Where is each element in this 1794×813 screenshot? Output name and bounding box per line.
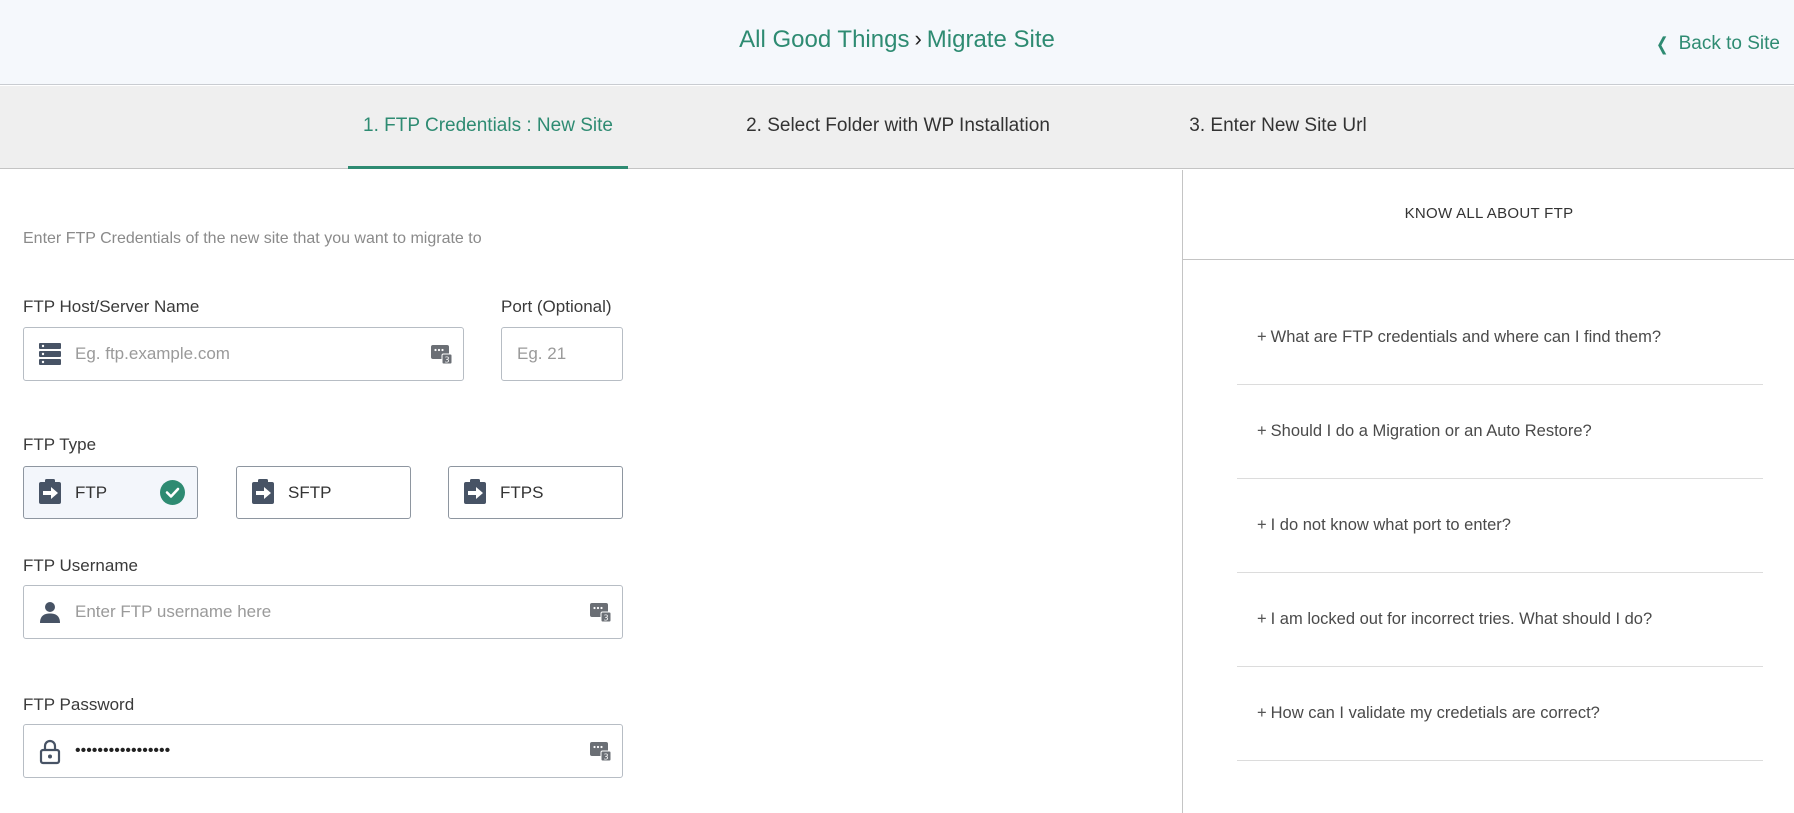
tab-step-select-folder[interactable]: 2. Select Folder with WP Installation bbox=[738, 86, 1058, 169]
help-title: KNOW ALL ABOUT FTP bbox=[1183, 170, 1794, 260]
server-icon bbox=[38, 342, 62, 366]
ftp-help-panel: KNOW ALL ABOUT FTP + What are FTP credent… bbox=[1182, 170, 1794, 813]
svg-text:3: 3 bbox=[444, 356, 449, 365]
password-manager-icon[interactable]: 3 bbox=[590, 601, 612, 623]
lock-icon bbox=[38, 739, 62, 765]
svg-text:3: 3 bbox=[603, 614, 608, 623]
plus-icon: + bbox=[1257, 328, 1267, 346]
faq-question: I am locked out for incorrect tries. Wha… bbox=[1270, 610, 1653, 628]
faq-question: How can I validate my credetials are cor… bbox=[1270, 704, 1600, 722]
plus-icon: + bbox=[1257, 704, 1267, 722]
host-label: FTP Host/Server Name bbox=[23, 297, 200, 316]
faq-question: Should I do a Migration or an Auto Resto… bbox=[1270, 422, 1592, 440]
ftp-type-ftp-label: FTP bbox=[75, 483, 108, 502]
port-placeholder: Eg. 21 bbox=[517, 344, 567, 363]
clipboard-arrow-icon bbox=[38, 479, 62, 505]
plus-icon: + bbox=[1257, 516, 1267, 534]
port-label: Port (Optional) bbox=[501, 297, 612, 316]
faq-item[interactable]: + Should I do a Migration or an Auto Rest… bbox=[1237, 385, 1763, 479]
ftp-username-input[interactable]: Enter FTP username here 3 bbox=[23, 585, 623, 639]
password-label: FTP Password bbox=[23, 695, 135, 714]
ftp-credentials-form: Enter FTP Credentials of the new site th… bbox=[0, 170, 1182, 813]
faq-item[interactable]: + How can I validate my credetials are co… bbox=[1237, 667, 1763, 761]
ftp-type-ftps-button[interactable]: FTPS bbox=[448, 466, 623, 519]
clipboard-arrow-icon bbox=[463, 479, 487, 505]
step-tabs: 1. FTP Credentials : New Site 2. Select … bbox=[0, 86, 1794, 169]
ftp-password-input[interactable]: ••••••••••••••••• 3 bbox=[23, 724, 623, 778]
host-placeholder: Eg. ftp.example.com bbox=[75, 344, 230, 363]
password-value: ••••••••••••••••• bbox=[75, 742, 171, 759]
user-icon bbox=[38, 600, 62, 624]
password-manager-icon[interactable]: 3 bbox=[431, 343, 453, 365]
ftp-type-sftp-label: SFTP bbox=[288, 483, 332, 502]
faq-item[interactable]: + What are FTP credentials and where can … bbox=[1237, 291, 1763, 385]
ftp-type-ftps-label: FTPS bbox=[500, 483, 544, 502]
breadcrumb: All Good Things › Migrate Site bbox=[0, 26, 1794, 54]
breadcrumb-site[interactable]: All Good Things bbox=[739, 26, 909, 53]
faq-item[interactable]: + I am locked out for incorrect tries. Wh… bbox=[1237, 573, 1763, 667]
clipboard-arrow-icon bbox=[251, 479, 275, 505]
tab-step-ftp-credentials[interactable]: 1. FTP Credentials : New Site bbox=[348, 86, 628, 169]
username-placeholder: Enter FTP username here bbox=[75, 602, 272, 621]
tab-step-new-site-url[interactable]: 3. Enter New Site Url bbox=[1178, 86, 1378, 169]
port-input[interactable]: Eg. 21 bbox=[501, 327, 623, 381]
svg-text:3: 3 bbox=[603, 753, 608, 762]
faq-item[interactable]: + I do not know what port to enter? bbox=[1237, 479, 1763, 573]
faq-question: I do not know what port to enter? bbox=[1270, 516, 1511, 534]
username-label: FTP Username bbox=[23, 556, 138, 575]
password-manager-icon[interactable]: 3 bbox=[590, 740, 612, 762]
back-to-site-link[interactable]: ❮ Back to Site bbox=[1656, 33, 1780, 55]
plus-icon: + bbox=[1257, 422, 1267, 440]
ftp-host-input[interactable]: Eg. ftp.example.com 3 bbox=[23, 327, 464, 381]
faq-question: What are FTP credentials and where can I… bbox=[1270, 328, 1662, 346]
ftp-type-ftp-button[interactable]: FTP bbox=[23, 466, 198, 519]
app-header: All Good Things › Migrate Site ❮ Back to Si… bbox=[0, 0, 1794, 85]
breadcrumb-page: Migrate Site bbox=[926, 26, 1055, 53]
check-circle-icon bbox=[160, 480, 185, 505]
form-intro: Enter FTP Credentials of the new site th… bbox=[23, 230, 482, 247]
back-to-site-label: Back to Site bbox=[1678, 33, 1780, 54]
plus-icon: + bbox=[1257, 610, 1267, 628]
ftp-type-label: FTP Type bbox=[23, 435, 97, 454]
ftp-type-sftp-button[interactable]: SFTP bbox=[236, 466, 411, 519]
chevron-left-icon: ❮ bbox=[1656, 34, 1669, 55]
chevron-right-icon: › bbox=[914, 26, 922, 51]
